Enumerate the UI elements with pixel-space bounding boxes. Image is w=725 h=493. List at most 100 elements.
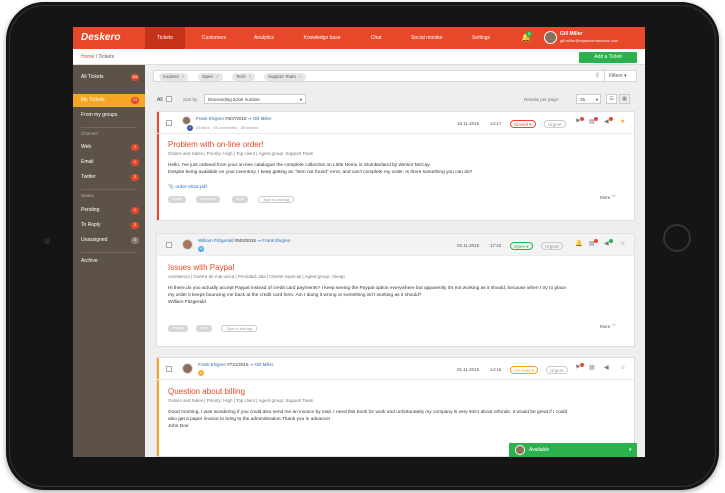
filter-input[interactable]: Incident × Open × Tech × Support Team × [153, 70, 637, 82]
email-icon: ✉ [198, 246, 204, 252]
breadcrumb-home[interactable]: Home [81, 54, 94, 60]
filter-chip[interactable]: Tech × [232, 73, 256, 81]
ticket-subject[interactable]: Problem with on-line order! [168, 140, 264, 149]
results-per-page-select[interactable]: 25 ▾ [576, 94, 601, 104]
filter-chip[interactable]: Open × [198, 73, 223, 81]
tag[interactable]: Error [196, 325, 213, 332]
ticket-route: Frank Elvgren #407/2016 ⇒ Gill Miller [196, 116, 272, 121]
nav-analytics[interactable]: Analytics [243, 27, 285, 49]
sidebar-item-all-tickets[interactable]: All Tickets 340 [73, 71, 145, 84]
close-icon[interactable]: × [216, 74, 219, 79]
sidebar-item-unassigned[interactable]: Unassigned 3 [73, 234, 145, 247]
filter-chip[interactable]: Support Team × [264, 73, 306, 81]
sidebar-item-email[interactable]: Email 1 [73, 156, 145, 169]
user-email: gill.miller@mysecomebooks.com [560, 38, 619, 43]
priority-badge[interactable]: Urgent [546, 366, 568, 374]
chevron-down-icon: ﹀ [611, 324, 617, 329]
ticket-checkbox[interactable] [166, 120, 172, 126]
facebook-icon: f [187, 125, 193, 131]
home-button[interactable] [663, 224, 691, 252]
nav-tickets[interactable]: Tickets [145, 27, 185, 49]
note-icon[interactable]: ▤ [589, 364, 595, 371]
assignee-link[interactable]: Gill Miller [253, 116, 272, 121]
sidebar-divider [81, 189, 137, 190]
nav-customers[interactable]: Customers [191, 27, 237, 49]
sidebar-item-twitter[interactable]: Twitter 2 [73, 171, 145, 184]
tag[interactable]: Order [168, 196, 186, 203]
star-icon[interactable]: ★ [620, 118, 625, 125]
ticket-checkbox[interactable] [166, 242, 172, 248]
assignee-link[interactable]: Gill Miller [255, 362, 274, 367]
priority-badge[interactable]: Urgent [544, 120, 566, 128]
star-icon[interactable]: ☆ [620, 240, 625, 247]
add-ticket-button[interactable]: Add a Ticket [579, 52, 637, 63]
sidebar-item-archive[interactable]: Archive [73, 255, 145, 268]
ticket-date: 02.11.2016 [457, 243, 480, 248]
nav-social-monitor[interactable]: Social monitor [401, 27, 453, 49]
ticket-subject[interactable]: Issues with Paypal [168, 263, 234, 272]
filter-chip[interactable]: Incident × [159, 73, 189, 81]
megaphone-icon[interactable]: ◀ [604, 240, 609, 247]
close-icon[interactable]: × [299, 74, 302, 79]
tag-input[interactable]: Type to add tag [221, 325, 258, 332]
status-label: Open [514, 244, 526, 249]
tag[interactable]: Error [232, 196, 249, 203]
nav-settings[interactable]: Settings [461, 27, 501, 49]
chevron-down-icon: ▾ [299, 97, 302, 102]
sidebar-item-from-my-groups[interactable]: From my groups [73, 109, 145, 122]
ticket-route: William Fitzgerald #503/2016 ⇒ Frank Elv… [198, 238, 291, 243]
sidebar-item-pending[interactable]: Pending 1 [73, 204, 145, 217]
sender-link[interactable]: Frank Elvgren [196, 116, 224, 121]
star-icon[interactable]: ☆ [620, 364, 625, 371]
tag[interactable]: Paypal [168, 325, 188, 332]
user-avatar[interactable] [544, 31, 557, 44]
grid-view-icon[interactable]: ▦ [619, 94, 630, 104]
close-icon[interactable]: × [249, 74, 252, 79]
availability-widget[interactable]: Available ▾ [509, 443, 637, 457]
sort-select[interactable]: Descending ticket number ▾ [204, 94, 306, 104]
assignee-link[interactable]: Frank Elvgren [262, 238, 290, 243]
nav-chat[interactable]: Chat [361, 27, 391, 49]
ticket-card[interactable]: f Frank Elvgren #407/2016 ⇒ Gill Miller … [156, 111, 635, 221]
sort-value: Descending ticket number [208, 97, 261, 102]
more-link[interactable]: More ﹀ [600, 324, 616, 330]
filters-dropdown[interactable]: Filters ▾ [604, 70, 637, 82]
nav-knowledge-base[interactable]: Knowledge base [293, 27, 351, 49]
ticket-card[interactable]: Frank Elvgren #721/2016 ⇒ Gill Miller ◎ … [156, 357, 635, 457]
social-stats: 25 likes · 45 comments · 26 shares [196, 125, 259, 130]
more-link[interactable]: More ﹀ [600, 195, 616, 201]
sender-avatar [182, 239, 193, 250]
sidebar-item-to-reply[interactable]: To Reply 2 [73, 219, 145, 232]
user-name[interactable]: Gill Miller [560, 31, 583, 37]
list-view-icon[interactable]: ☰ [606, 94, 617, 104]
status-badge[interactable]: Closed ▾ [510, 120, 536, 128]
search-icon[interactable]: ⚲ [595, 72, 599, 79]
tag[interactable]: Inventory [196, 196, 220, 203]
sidebar-item-my-tickets[interactable]: My Tickets 23 [73, 94, 145, 107]
ticket-checkbox[interactable] [166, 366, 172, 372]
bell-icon[interactable]: 🔔 [575, 240, 582, 247]
status-badge[interactable]: On Hold ▾ [510, 366, 539, 374]
camera [44, 238, 50, 244]
ticket-body-line: Despite being available on your inventor… [168, 170, 473, 175]
ticket-time: 14:15 [490, 367, 502, 372]
megaphone-icon[interactable]: ◀ [604, 118, 609, 125]
ticket-card[interactable]: William Fitzgerald #503/2016 ⇒ Frank Elv… [156, 233, 635, 347]
availability-label: Available [529, 447, 550, 453]
priority-badge[interactable]: Urgent [541, 242, 563, 250]
attachment-link[interactable]: 📎 order-2016.pdf [168, 185, 207, 190]
sort-by-label: Sort by [183, 97, 198, 102]
alert-dot [594, 117, 598, 121]
sender-link[interactable]: William Fitzgerald [198, 238, 234, 243]
megaphone-icon[interactable]: ◀ [604, 364, 609, 371]
logo[interactable]: Deskero [81, 32, 120, 43]
sidebar-item-web[interactable]: Web 3 [73, 141, 145, 154]
select-all-checkbox[interactable] [166, 96, 172, 102]
sidebar-item-label: My Tickets [81, 97, 105, 103]
close-icon[interactable]: × [182, 74, 185, 79]
paperclip-icon: 📎 [168, 185, 174, 190]
status-badge[interactable]: Open ▾ [510, 242, 533, 250]
ticket-subject[interactable]: Question about billing [168, 387, 245, 396]
sender-link[interactable]: Frank Elvgren [198, 362, 226, 367]
tag-input[interactable]: Type to add tag [258, 196, 295, 203]
